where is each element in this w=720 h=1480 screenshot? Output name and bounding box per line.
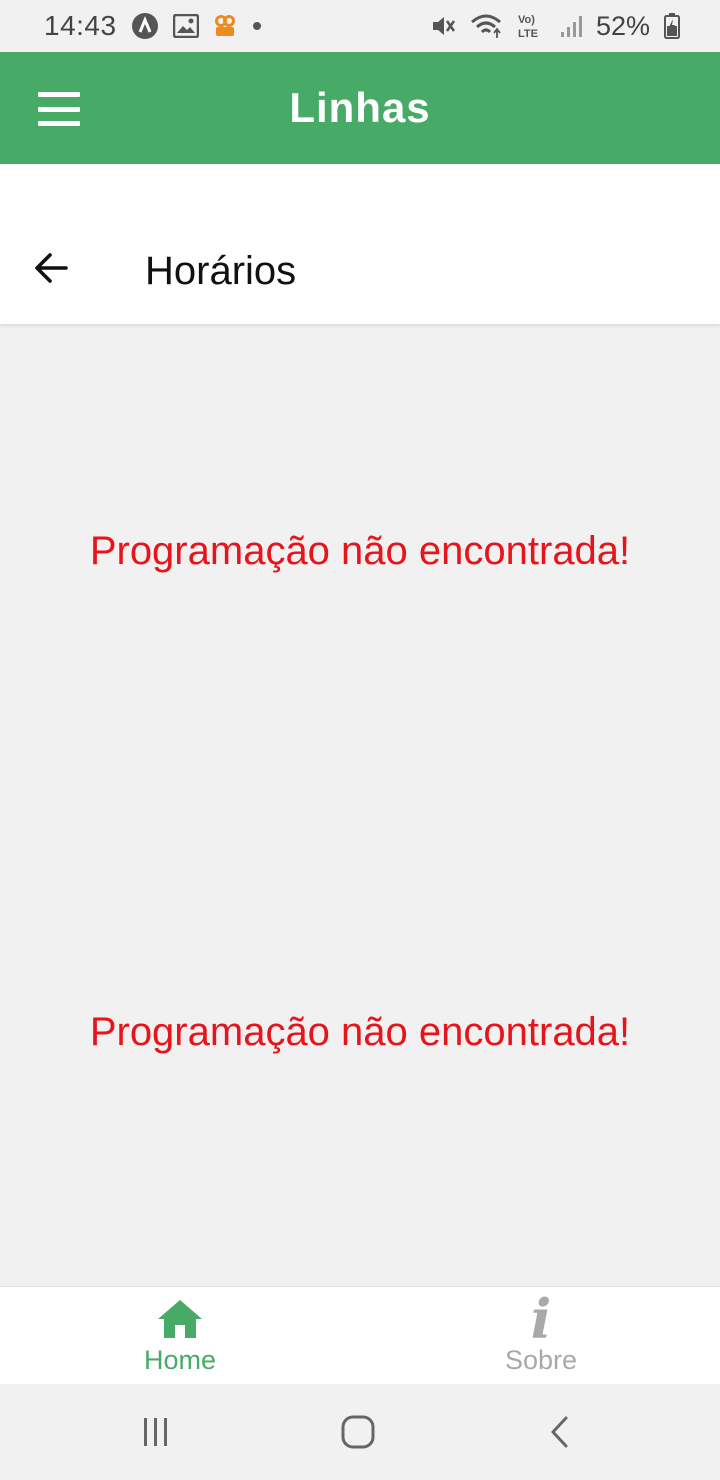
nav-home-label: Home xyxy=(143,1345,217,1375)
svg-text:LTE: LTE xyxy=(518,28,538,40)
status-time: 14:43 xyxy=(44,10,117,41)
svg-text:Vo): Vo) xyxy=(518,14,535,26)
image-icon xyxy=(172,14,199,38)
bottom-nav: Home i Sobre xyxy=(0,1286,720,1384)
app-title: Linhas xyxy=(289,84,431,131)
app-bar: Linhas xyxy=(0,52,720,164)
back-arrow-icon[interactable] xyxy=(32,248,72,288)
info-icon: i xyxy=(530,1287,552,1351)
mute-icon xyxy=(430,13,456,39)
volte-lte-icon: Vo) LTE xyxy=(516,12,546,40)
back-chevron-icon[interactable] xyxy=(540,1412,580,1452)
nav-home[interactable]: Home xyxy=(80,1287,280,1385)
battery-percent: 52% xyxy=(595,10,650,41)
app-a-icon xyxy=(131,12,159,40)
video-app-icon xyxy=(213,14,237,38)
status-right: Vo) LTE 52% xyxy=(430,11,680,42)
battery-icon xyxy=(664,13,680,39)
home-icon xyxy=(156,1295,204,1343)
recents-icon[interactable] xyxy=(136,1412,176,1452)
wifi-icon xyxy=(470,13,502,39)
home-circle-icon[interactable] xyxy=(336,1412,380,1452)
not-found-message: Programação não encontrada! xyxy=(89,529,631,573)
nav-sobre[interactable]: i Sobre xyxy=(441,1287,641,1385)
not-found-message: Programação não encontrada! xyxy=(89,1010,631,1054)
status-bar: 14:43 Vo) LTE 52% xyxy=(0,0,720,52)
page-title: Horários xyxy=(145,249,297,293)
nav-sobre-label: Sobre xyxy=(504,1345,578,1375)
hamburger-menu-icon[interactable] xyxy=(38,92,80,126)
system-nav-bar xyxy=(0,1384,720,1480)
status-left: 14:43 xyxy=(44,10,263,42)
sub-header xyxy=(0,164,720,324)
signal-icon xyxy=(560,14,582,38)
dot-icon xyxy=(251,20,263,32)
